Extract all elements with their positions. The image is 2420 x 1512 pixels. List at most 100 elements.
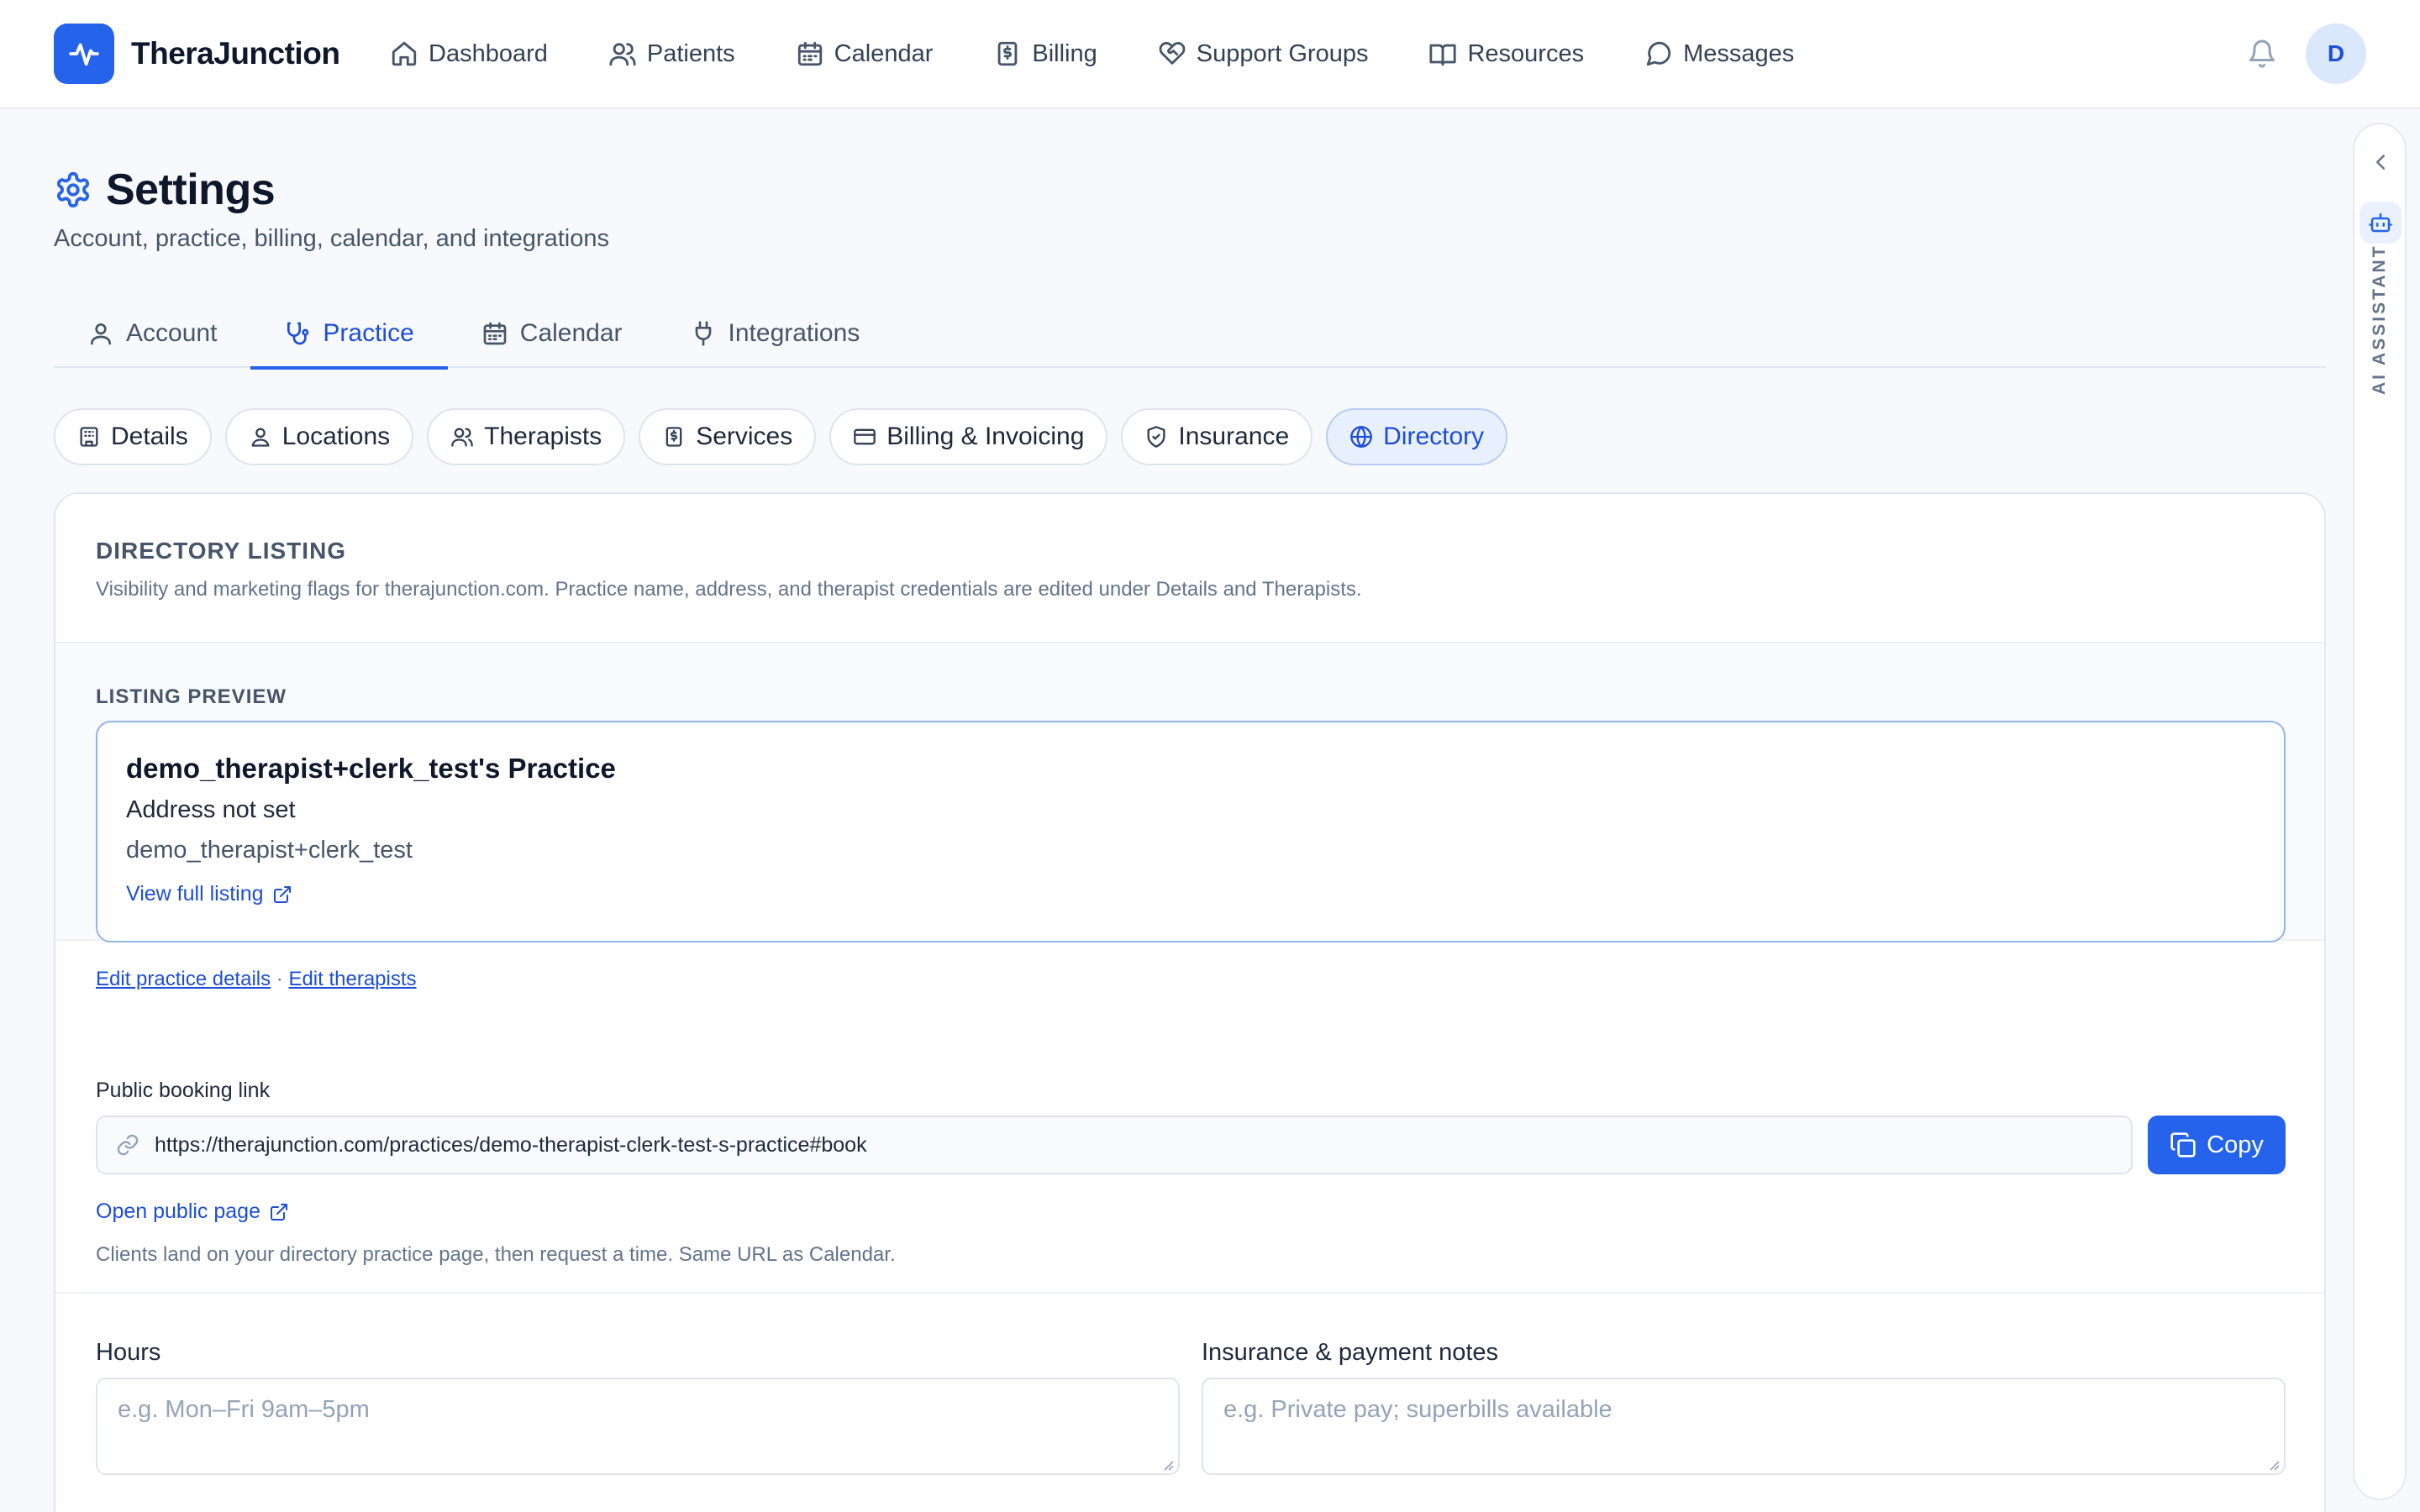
directory-description: Visibility and marketing flags for thera… (96, 578, 1362, 601)
tab-integrations[interactable]: Integrations (656, 299, 894, 368)
view-full-listing-link[interactable]: View full listing (126, 882, 292, 906)
tab-label: Calendar (519, 319, 623, 347)
users-icon (608, 39, 637, 68)
building-icon (77, 425, 101, 449)
nav-label: Billing (1032, 39, 1097, 67)
nav-item-resources[interactable]: Resources (1428, 32, 1584, 76)
activity-logo-icon (54, 24, 114, 84)
insurance-notes-textarea[interactable] (1202, 1378, 2286, 1475)
insurance-notes-label: Insurance & payment notes (1202, 1339, 1499, 1366)
subtab-therapists[interactable]: Therapists (427, 408, 626, 465)
nav-item-support-groups[interactable]: Support Groups (1158, 32, 1369, 76)
directory-header: DIRECTORY LISTING Visibility and marketi… (55, 494, 2324, 643)
credit-card-icon (853, 425, 876, 449)
ai-assistant-rail: AI ASSISTANT (2353, 123, 2407, 1500)
nav-label: Dashboard (429, 39, 548, 67)
tab-label: Account (126, 319, 218, 347)
subtab-services[interactable]: Services (639, 408, 817, 465)
hours-textarea[interactable] (96, 1378, 1180, 1475)
open-public-page-label: Open public page (96, 1200, 260, 1223)
avatar[interactable]: D (2306, 24, 2366, 84)
external-link-icon (269, 1202, 289, 1222)
heart-handshake-icon (1158, 39, 1186, 68)
page-header: Settings (54, 165, 276, 215)
ai-assistant-label[interactable]: AI ASSISTANT (2370, 176, 2391, 395)
receipt-icon (662, 425, 686, 449)
listing-preview-card: demo_therapist+clerk_test's Practice Add… (96, 721, 2286, 942)
page-title: Settings (106, 165, 276, 214)
edit-practice-details-link[interactable]: Edit practice details (96, 968, 271, 990)
nav-item-calendar[interactable]: Calendar (796, 32, 934, 76)
calendar-icon (796, 39, 824, 68)
home-icon (390, 39, 418, 68)
open-public-page-link[interactable]: Open public page (96, 1200, 289, 1224)
map-pin-user-icon (249, 425, 272, 449)
booking-link-input[interactable] (155, 1132, 2087, 1158)
subtab-locations[interactable]: Locations (224, 408, 414, 465)
subtab-label: Billing & Invoicing (886, 423, 1085, 450)
subtab-label: Insurance (1178, 423, 1290, 450)
subtab-label: Therapists (484, 423, 602, 450)
shield-check-icon (1144, 425, 1168, 449)
nav-label: Resources (1467, 39, 1585, 67)
edit-links: Edit practice details · Edit therapists (96, 968, 417, 991)
directory-title: DIRECTORY LISTING (96, 538, 347, 564)
nav-item-dashboard[interactable]: Dashboard (390, 32, 548, 76)
booking-link-field (96, 1116, 2133, 1174)
gear-icon (54, 171, 92, 209)
resize-grip-icon[interactable] (2267, 1458, 2281, 1472)
message-circle-icon (1644, 39, 1673, 68)
practice-address: Address not set (126, 796, 296, 823)
tab-practice[interactable]: Practice (250, 299, 449, 370)
subtab-label: Directory (1383, 423, 1485, 450)
users-icon (450, 425, 474, 449)
tab-account[interactable]: Account (54, 299, 250, 368)
subtab-label: Locations (281, 423, 391, 450)
hours-insurance-section: Hours Insurance & payment notes (55, 1294, 2324, 1512)
page-subtitle: Account, practice, billing, calendar, an… (54, 225, 609, 252)
globe-icon (1349, 425, 1373, 449)
user-icon (87, 320, 114, 347)
nav-label: Support Groups (1196, 39, 1369, 67)
book-open-icon (1428, 39, 1457, 68)
view-full-listing-label: View full listing (126, 882, 264, 906)
subtab-insurance[interactable]: Insurance (1121, 408, 1313, 465)
nav-label: Calendar (834, 39, 934, 67)
copy-label: Copy (2207, 1131, 2264, 1158)
listing-preview-label: LISTING PREVIEW (96, 685, 287, 708)
copy-icon (2170, 1131, 2196, 1158)
edit-therapists-link[interactable]: Edit therapists (288, 968, 416, 990)
brand[interactable]: TheraJunction (54, 24, 340, 84)
nav-item-patients[interactable]: Patients (608, 32, 735, 76)
subtab-label: Services (696, 423, 793, 450)
subtab-billing-invoicing[interactable]: Billing & Invoicing (829, 408, 1108, 465)
external-link-icon (272, 885, 292, 905)
tab-label: Practice (323, 319, 414, 347)
booking-link-help: Clients land on your directory practice … (96, 1243, 896, 1266)
edit-links-separator: · (276, 968, 283, 990)
copy-button[interactable]: Copy (2148, 1116, 2286, 1174)
nav-item-messages[interactable]: Messages (1644, 32, 1794, 76)
chevron-left-icon[interactable] (2368, 150, 2393, 175)
brand-name: TheraJunction (131, 36, 340, 71)
listing-preview-section: LISTING PREVIEW demo_therapist+clerk_tes… (55, 643, 2324, 990)
plug-icon (690, 320, 717, 347)
link-icon (116, 1133, 139, 1157)
nav-label: Patients (646, 39, 735, 67)
subtab-directory[interactable]: Directory (1326, 408, 1508, 465)
tab-calendar[interactable]: Calendar (448, 299, 656, 368)
hours-label: Hours (96, 1339, 161, 1366)
booking-link-section: Public booking link Copy Open public pag… (55, 1037, 2324, 1294)
resize-grip-icon[interactable] (1161, 1458, 1175, 1472)
subtab-label: Details (111, 423, 188, 450)
stethoscope-icon (284, 320, 311, 347)
directory-card: DIRECTORY LISTING Visibility and marketi… (54, 492, 2326, 1512)
nav-item-billing[interactable]: Billing (993, 32, 1097, 76)
subtab-details[interactable]: Details (54, 408, 212, 465)
bell-icon[interactable] (2247, 39, 2277, 69)
practice-name: demo_therapist+clerk_test's Practice (126, 753, 616, 784)
booking-link-label: Public booking link (96, 1079, 271, 1102)
main-nav: Dashboard Patients Calendar Billing Supp… (390, 32, 1854, 76)
nav-label: Messages (1683, 39, 1795, 67)
receipt-icon (993, 39, 1022, 68)
